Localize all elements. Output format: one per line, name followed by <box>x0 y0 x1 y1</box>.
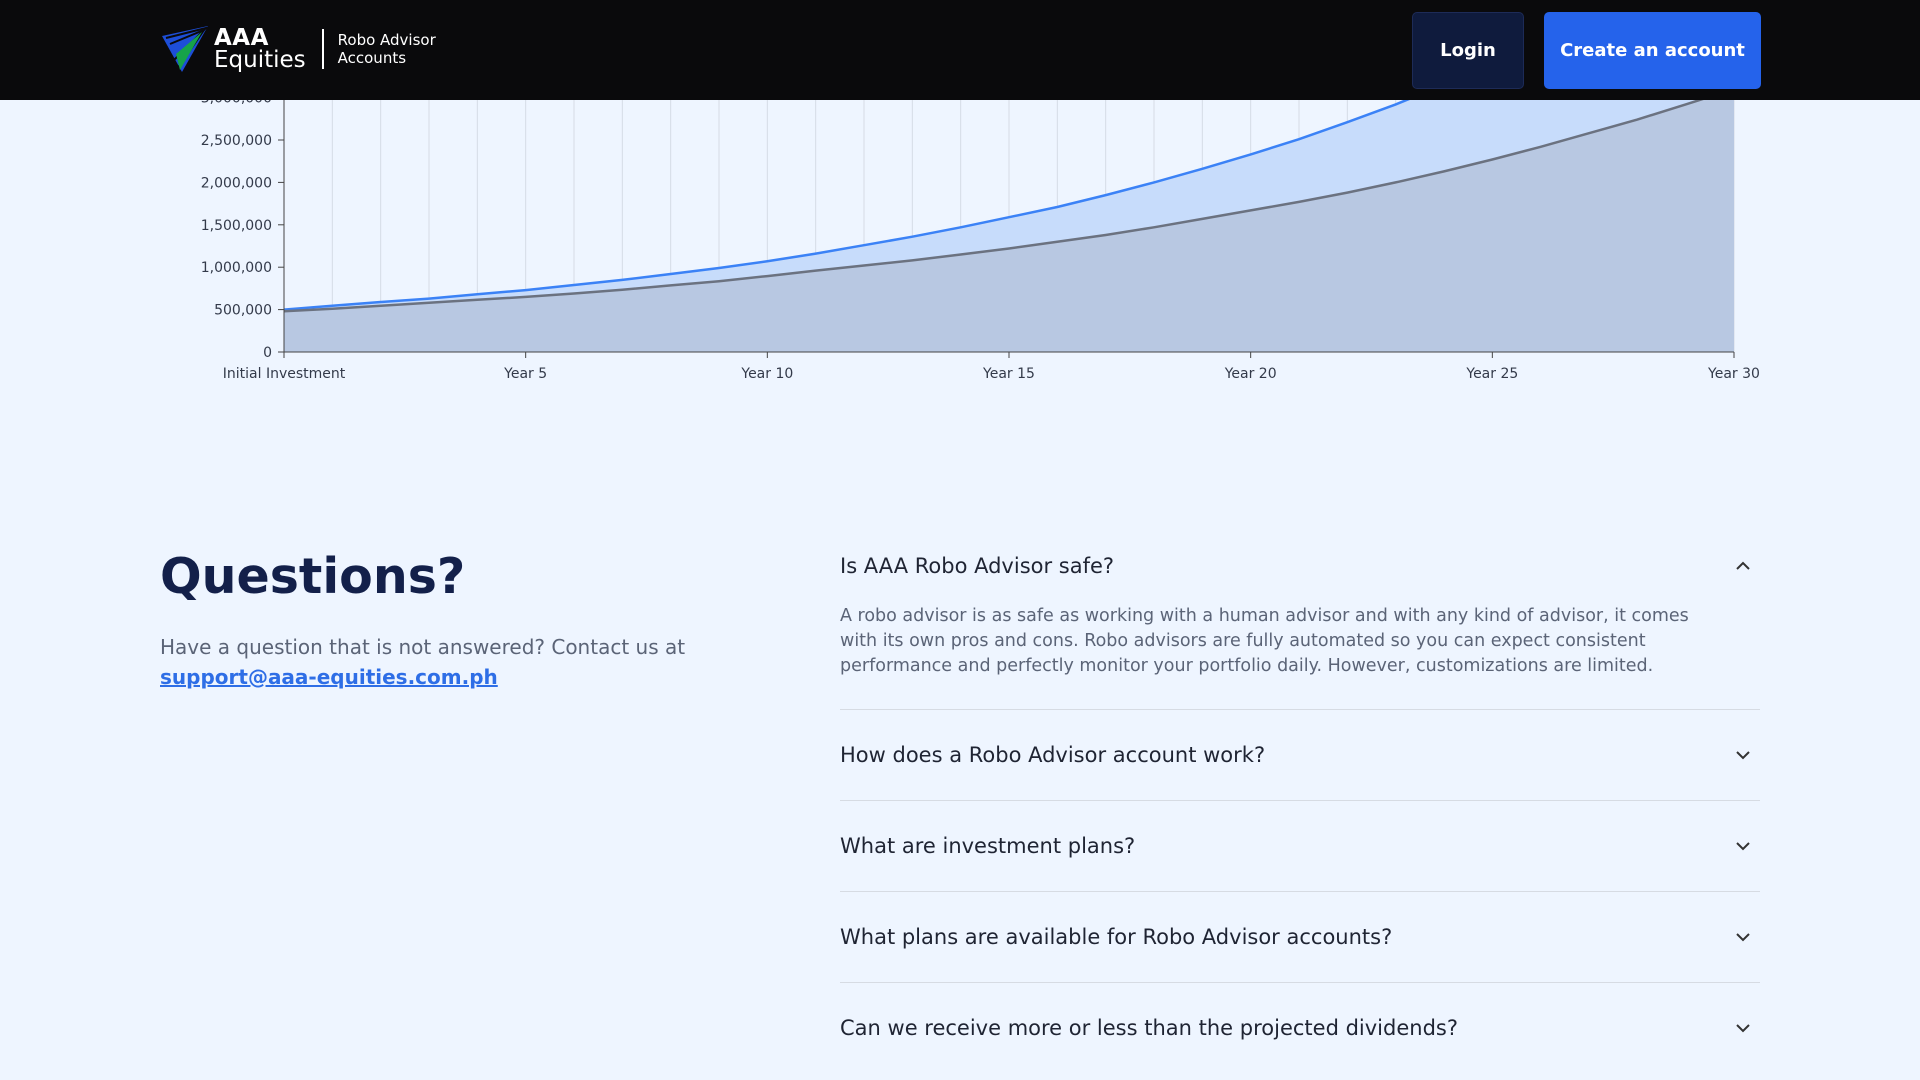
logo-divider <box>321 29 324 69</box>
faq-question-toggle[interactable]: Can we receive more or less than the pro… <box>840 983 1760 1073</box>
faq-question-toggle[interactable]: Is AAA Robo Advisor safe? <box>840 536 1760 596</box>
questions-description-text: Have a question that is not answered? Co… <box>160 635 686 659</box>
questions-description: Have a question that is not answered? Co… <box>160 632 720 692</box>
y-tick-label: 1,000,000 <box>201 260 272 276</box>
chevron-down-icon <box>1736 933 1750 942</box>
x-tick-label: Initial Investment <box>223 366 346 382</box>
faq-item: What are investment plans? <box>840 801 1760 892</box>
y-tick-label: 1,500,000 <box>201 218 272 234</box>
faq-question-toggle[interactable]: What plans are available for Robo Adviso… <box>840 892 1760 982</box>
questions-heading: Questions? <box>160 548 466 605</box>
faq-question-toggle[interactable]: What are investment plans? <box>840 801 1760 891</box>
y-tick-label: 0 <box>263 345 272 361</box>
faq-question-text: How does a Robo Advisor account work? <box>840 743 1266 767</box>
faq-question-text: What are investment plans? <box>840 834 1136 858</box>
x-tick-label: Year 5 <box>503 366 547 382</box>
brand-logo[interactable]: AAA Equities Robo Advisor Accounts <box>160 24 436 74</box>
chevron-down-icon <box>1736 1024 1750 1033</box>
faq-question-text: Can we receive more or less than the pro… <box>840 1016 1458 1040</box>
logo-text-aaa: AAA <box>214 25 269 51</box>
faq-item: What plans are available for Robo Adviso… <box>840 892 1760 983</box>
top-navigation-bar: AAA Equities Robo Advisor Accounts Login… <box>0 0 1920 100</box>
faq-item: Can we receive more or less than the pro… <box>840 983 1760 1073</box>
chevron-up-icon <box>1736 561 1750 570</box>
x-tick-label: Year 25 <box>1465 366 1518 382</box>
chevron-down-icon <box>1736 842 1750 851</box>
chevron-down-icon <box>1736 751 1750 760</box>
logo-text-equities: Equities <box>214 47 306 73</box>
product-name: Robo Advisor Accounts <box>338 31 436 67</box>
y-tick-label: 2,000,000 <box>201 175 272 191</box>
product-name-line2: Accounts <box>337 49 407 67</box>
x-tick-label: Year 10 <box>740 366 793 382</box>
faq-item: Is AAA Robo Advisor safe? A robo advisor… <box>840 536 1760 710</box>
y-tick-label: 500,000 <box>214 303 272 319</box>
faq-accordion: Is AAA Robo Advisor safe? A robo advisor… <box>840 536 1760 1073</box>
faq-answer-text: A robo advisor is as safe as working wit… <box>840 606 1689 676</box>
x-tick-label: Year 20 <box>1224 366 1277 382</box>
faq-question-text: Is AAA Robo Advisor safe? <box>840 554 1115 578</box>
support-email-link[interactable]: support@aaa-equities.com.ph <box>160 665 498 689</box>
x-tick-label: Year 30 <box>1707 366 1760 382</box>
create-account-button[interactable]: Create an account <box>1544 12 1761 89</box>
faq-question-text: What plans are available for Robo Adviso… <box>840 925 1393 949</box>
y-tick-label: 2,500,000 <box>201 133 272 149</box>
faq-question-toggle[interactable]: How does a Robo Advisor account work? <box>840 710 1760 800</box>
faq-item: How does a Robo Advisor account work? <box>840 710 1760 801</box>
login-button[interactable]: Login <box>1412 12 1524 89</box>
paper-plane-logo-icon <box>162 26 210 72</box>
product-name-line1: Robo Advisor <box>337 31 436 49</box>
x-tick-label: Year 15 <box>982 366 1035 382</box>
